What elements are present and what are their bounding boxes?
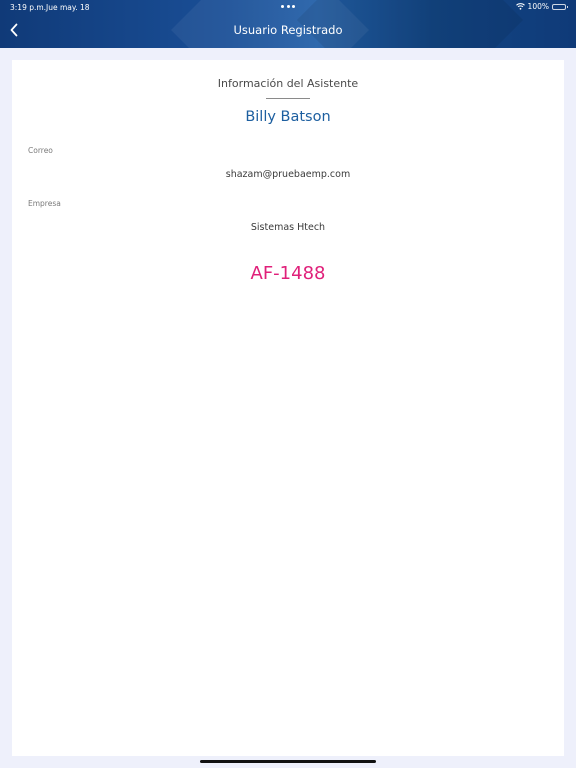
email-label: Correo bbox=[28, 146, 53, 155]
wifi-icon bbox=[515, 3, 525, 10]
title-divider bbox=[266, 98, 310, 99]
company-label: Empresa bbox=[28, 199, 61, 208]
attendee-card: Información del Asistente Billy Batson C… bbox=[12, 60, 564, 756]
status-time: 3:19 p.m. bbox=[10, 3, 47, 12]
status-right: 100% bbox=[515, 2, 568, 11]
status-date: Jue may. 18 bbox=[46, 3, 90, 12]
section-title: Información del Asistente bbox=[217, 77, 359, 90]
page-title: Usuario Registrado bbox=[233, 23, 343, 37]
registration-code: AF-1488 bbox=[250, 263, 326, 284]
attendee-name: Billy Batson bbox=[245, 109, 331, 125]
battery-percent: 100% bbox=[527, 2, 549, 11]
battery-icon bbox=[552, 3, 568, 10]
home-indicator[interactable] bbox=[200, 760, 376, 763]
company-value: Sistemas Htech bbox=[250, 222, 326, 233]
status-bar: 3:19 p.m. Jue may. 18 100% bbox=[0, 0, 576, 14]
more-dots-icon[interactable] bbox=[281, 5, 295, 8]
email-value: shazam@pruebaemp.com bbox=[225, 169, 351, 180]
app-header: 3:19 p.m. Jue may. 18 100% Usuario Regis… bbox=[0, 0, 576, 48]
